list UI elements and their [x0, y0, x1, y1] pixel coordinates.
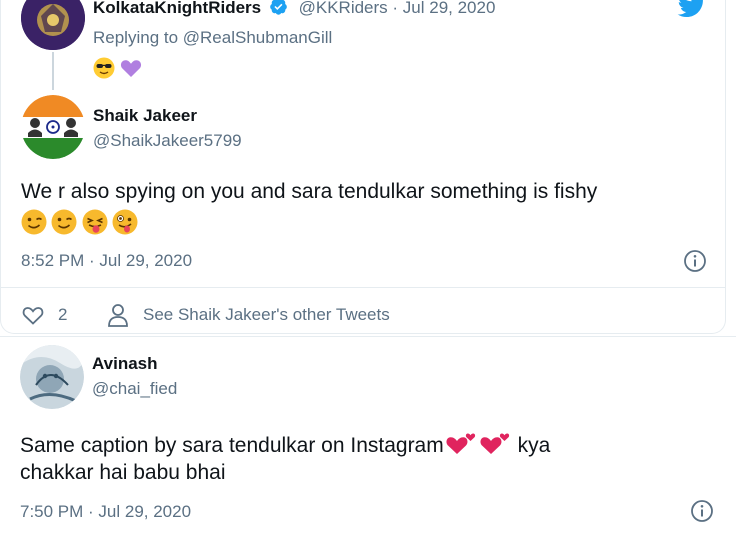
twitter-bird-icon[interactable] — [677, 0, 707, 23]
tweet-timestamp[interactable]: 8:52 PM · Jul 29, 2020 — [21, 251, 192, 271]
reply-parent-date[interactable]: Jul 29, 2020 — [403, 0, 496, 17]
winking-face-icon — [21, 209, 47, 240]
purple-heart-icon — [120, 57, 142, 84]
action-divider — [1, 287, 725, 288]
reply-parent-name[interactable]: KolkataKnightRiders — [93, 0, 261, 17]
reply-parent-header: KolkataKnightRiders @KKRiders · Jul 29, … — [93, 0, 495, 22]
zany-face-icon — [112, 209, 138, 240]
tweet-timestamp-2[interactable]: 7:50 PM · Jul 29, 2020 — [20, 502, 191, 522]
verified-badge-icon — [269, 0, 288, 22]
tweet-text: We r also spying on you and sara tendulk… — [21, 180, 598, 203]
info-icon[interactable] — [683, 249, 707, 278]
replying-to-text: Replying to @RealShubmanGill — [93, 28, 333, 47]
winking-face-icon — [51, 209, 77, 240]
shaik-jakeer-avatar[interactable] — [21, 95, 85, 159]
like-heart-icon[interactable] — [21, 303, 45, 332]
smiling-face-with-sunglasses-icon — [93, 57, 115, 84]
tweet-text-2-part1: Same caption by sara tendulkar on Instag… — [20, 434, 444, 457]
like-count: 2 — [58, 305, 68, 324]
see-other-tweets-link[interactable]: See Shaik Jakeer's other Tweets — [143, 305, 390, 325]
user-profile-icon[interactable] — [107, 302, 129, 333]
info-icon[interactable] — [690, 499, 714, 528]
thread-connector-line — [52, 52, 54, 90]
reply-parent-handle[interactable]: @KKRiders — [299, 0, 388, 17]
tweet-text-2-line2: chakkar hai babu bhai — [20, 461, 226, 484]
reply-parent-emojis — [93, 57, 142, 84]
tweet-card-1: KolkataKnightRiders @KKRiders · Jul 29, … — [0, 0, 726, 334]
tweet-author-handle[interactable]: @ShaikJakeer5799 — [93, 131, 242, 151]
tweet-text-2: Same caption by sara tendulkar on Instag… — [20, 430, 550, 462]
tweet-author-name[interactable]: Shaik Jakeer — [93, 106, 197, 126]
tweet-emojis — [21, 209, 138, 240]
kkr-avatar[interactable] — [21, 0, 85, 50]
two-hearts-icon — [478, 430, 512, 462]
tweet-text-2-part2: kya — [511, 434, 551, 457]
two-hearts-icon — [444, 430, 478, 462]
avinash-avatar[interactable] — [20, 345, 84, 409]
face-with-tongue-icon — [82, 209, 108, 240]
tweet-author-handle-2[interactable]: @chai_fied — [92, 379, 177, 399]
tweet-card-2: Avinash @chai_fied Same caption by sara … — [0, 336, 736, 536]
tweet-author-name-2[interactable]: Avinash — [92, 354, 158, 374]
